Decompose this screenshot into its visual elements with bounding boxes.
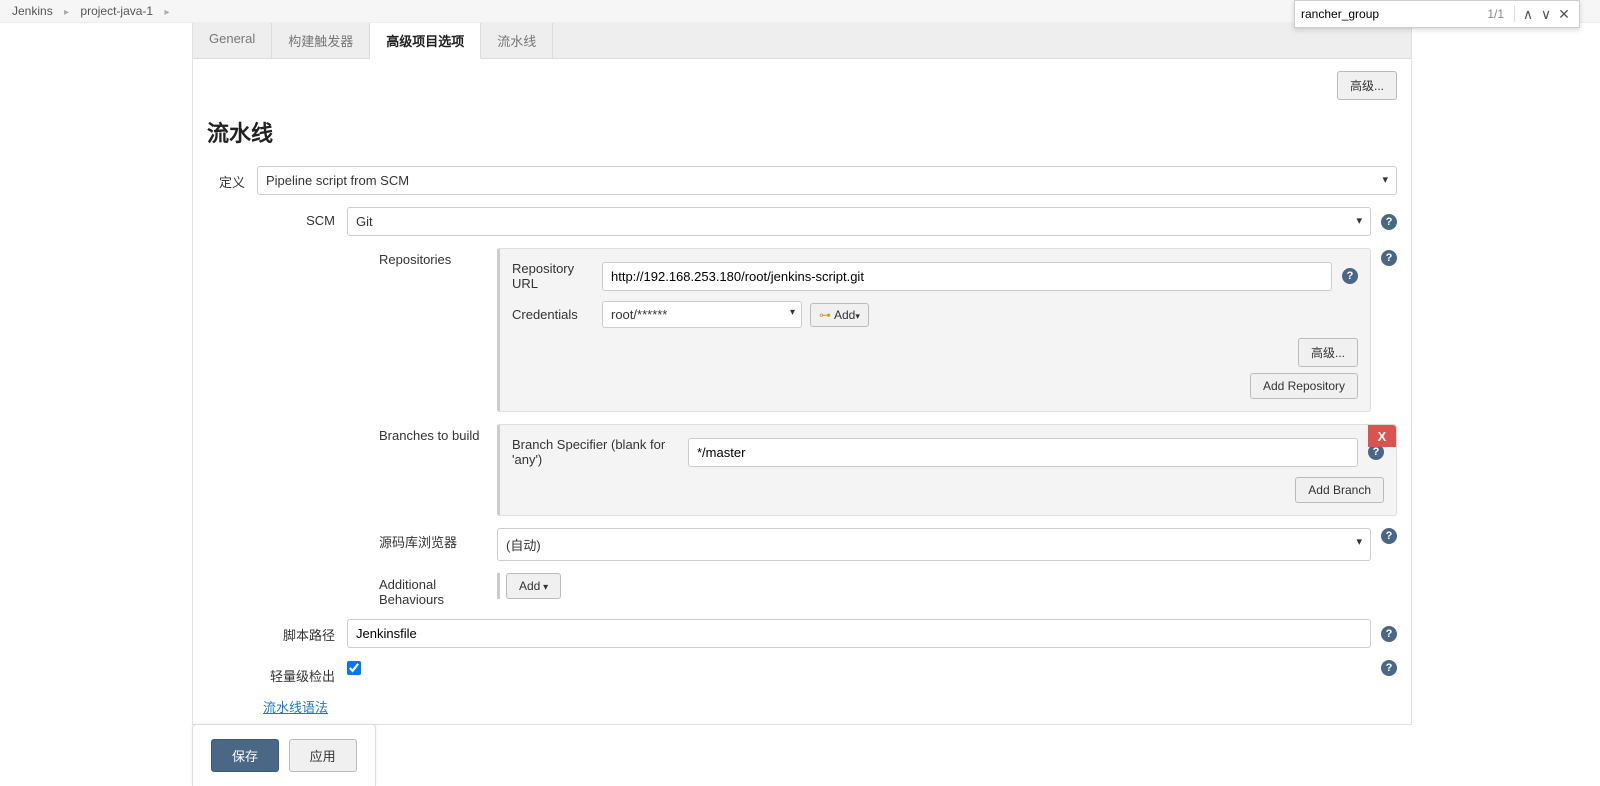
credentials-select[interactable]: root/****** — [602, 301, 802, 328]
config-panel: General 构建触发器 高级项目选项 流水线 高级... 流水线 定义 Pi… — [192, 23, 1412, 725]
footer-buttons: 保存 应用 — [192, 724, 376, 786]
add-behaviour-button[interactable]: Add — [506, 573, 561, 599]
add-repository-button[interactable]: Add Repository — [1250, 373, 1358, 399]
breadcrumb-jenkins[interactable]: Jenkins — [12, 4, 53, 18]
repository-url-input[interactable] — [602, 262, 1332, 291]
script-path-input[interactable] — [347, 619, 1371, 648]
lightweight-checkout-checkbox[interactable] — [347, 661, 361, 675]
label-repo-browser: 源码库浏览器 — [207, 528, 497, 551]
repo-browser-select[interactable]: (自动) — [497, 528, 1371, 561]
definition-select[interactable]: Pipeline script from SCM — [257, 166, 1397, 195]
tab-bar: General 构建触发器 高级项目选项 流水线 — [193, 23, 1411, 59]
label-lightweight: 轻量级检出 — [207, 660, 347, 685]
help-icon[interactable]: ? — [1381, 250, 1397, 266]
label-branch-spec: Branch Specifier (blank for 'any') — [512, 437, 688, 467]
label-script-path: 脚本路径 — [207, 619, 347, 644]
help-icon[interactable]: ? — [1381, 214, 1397, 230]
branch-panel: X Branch Specifier (blank for 'any') ? A… — [497, 424, 1397, 516]
label-repo-url: Repository URL — [512, 261, 602, 291]
branch-specifier-input[interactable] — [688, 438, 1358, 467]
label-credentials: Credentials — [512, 307, 602, 322]
tab-pipeline[interactable]: 流水线 — [481, 23, 553, 58]
chevron-right-icon: ▸ — [164, 7, 169, 18]
repository-panel: Repository URL ? Credentials root/******… — [497, 248, 1371, 412]
help-icon[interactable]: ? — [1381, 660, 1397, 676]
tab-advanced-options[interactable]: 高级项目选项 — [370, 23, 481, 59]
label-additional-behaviours: Additional Behaviours — [207, 573, 497, 607]
find-input[interactable] — [1301, 7, 1481, 21]
apply-button[interactable]: 应用 — [289, 739, 357, 772]
chevron-right-icon: ▸ — [64, 7, 69, 18]
find-bar: 1/1 ∧ ∨ ✕ — [1294, 0, 1580, 28]
scm-select[interactable]: Git — [347, 207, 1371, 236]
label-scm: SCM — [207, 207, 347, 228]
find-next-icon[interactable]: ∨ — [1537, 6, 1555, 23]
find-count: 1/1 — [1487, 7, 1504, 21]
help-icon[interactable]: ? — [1342, 268, 1358, 284]
key-icon: ⊶ — [819, 308, 831, 322]
label-repositories: Repositories — [207, 248, 497, 267]
tab-general[interactable]: General — [193, 23, 272, 58]
advanced-button-repo[interactable]: 高级... — [1298, 338, 1358, 367]
label-branches: Branches to build — [207, 424, 497, 443]
pipeline-syntax-link[interactable]: 流水线语法 — [263, 700, 328, 715]
breadcrumb-project[interactable]: project-java-1 — [80, 4, 153, 18]
tab-build-triggers[interactable]: 构建触发器 — [272, 23, 370, 58]
label-definition: 定义 — [207, 166, 257, 191]
add-credentials-button[interactable]: ⊶Add▾ — [810, 303, 869, 327]
find-prev-icon[interactable]: ∧ — [1519, 6, 1537, 23]
add-branch-button[interactable]: Add Branch — [1295, 477, 1384, 503]
help-icon[interactable]: ? — [1381, 626, 1397, 642]
save-button[interactable]: 保存 — [211, 739, 279, 772]
section-title-pipeline: 流水线 — [207, 116, 1397, 148]
find-close-icon[interactable]: ✕ — [1555, 6, 1573, 23]
help-icon[interactable]: ? — [1381, 528, 1397, 544]
advanced-button-top[interactable]: 高级... — [1337, 71, 1397, 100]
close-icon[interactable]: X — [1368, 425, 1396, 447]
